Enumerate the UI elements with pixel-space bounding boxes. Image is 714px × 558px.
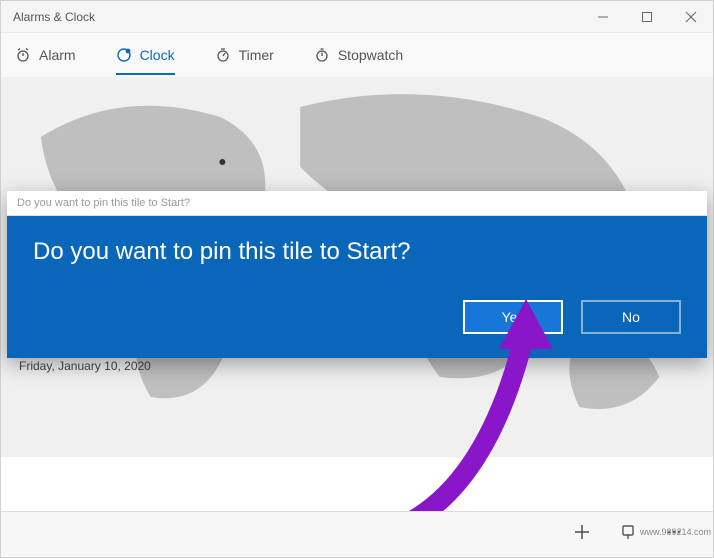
tab-clock[interactable]: Clock (116, 33, 175, 77)
tab-bar: Alarm Clock Timer Stopwatch (1, 33, 713, 77)
yes-button-label: Yes (502, 309, 525, 325)
current-date: Friday, January 10, 2020 (19, 359, 151, 373)
tab-stopwatch[interactable]: Stopwatch (314, 33, 403, 77)
pin-button[interactable] (619, 523, 637, 546)
clock-icon (116, 47, 132, 63)
tab-timer-label: Timer (239, 47, 274, 63)
yes-button[interactable]: Yes (463, 300, 563, 334)
pin-icon (619, 523, 637, 541)
minimize-button[interactable] (581, 1, 625, 33)
pin-dialog: Do you want to pin this tile to Start? D… (7, 191, 707, 358)
tab-alarm[interactable]: Alarm (15, 33, 76, 77)
watermark: www.989214.com (640, 527, 711, 537)
add-button[interactable] (573, 523, 591, 546)
alarm-icon (15, 47, 31, 63)
titlebar: Alarms & Clock (1, 1, 713, 33)
dialog-message: Do you want to pin this tile to Start? (33, 238, 681, 266)
window-title: Alarms & Clock (1, 10, 581, 24)
tab-alarm-label: Alarm (39, 47, 76, 63)
tab-stopwatch-label: Stopwatch (338, 47, 403, 63)
tab-timer[interactable]: Timer (215, 33, 274, 77)
close-icon (685, 11, 697, 23)
tab-clock-label: Clock (140, 47, 175, 63)
dialog-body: Do you want to pin this tile to Start? Y… (7, 216, 707, 358)
timer-icon (215, 47, 231, 63)
maximize-button[interactable] (625, 1, 669, 33)
dialog-button-row: Yes No (33, 300, 681, 334)
no-button-label: No (622, 309, 640, 325)
maximize-icon (641, 11, 653, 23)
close-button[interactable] (669, 1, 713, 33)
plus-icon (573, 523, 591, 541)
bottom-toolbar (1, 511, 713, 557)
dialog-titlebar: Do you want to pin this tile to Start? (7, 191, 707, 216)
minimize-icon (597, 11, 609, 23)
stopwatch-icon (314, 47, 330, 63)
no-button[interactable]: No (581, 300, 681, 334)
